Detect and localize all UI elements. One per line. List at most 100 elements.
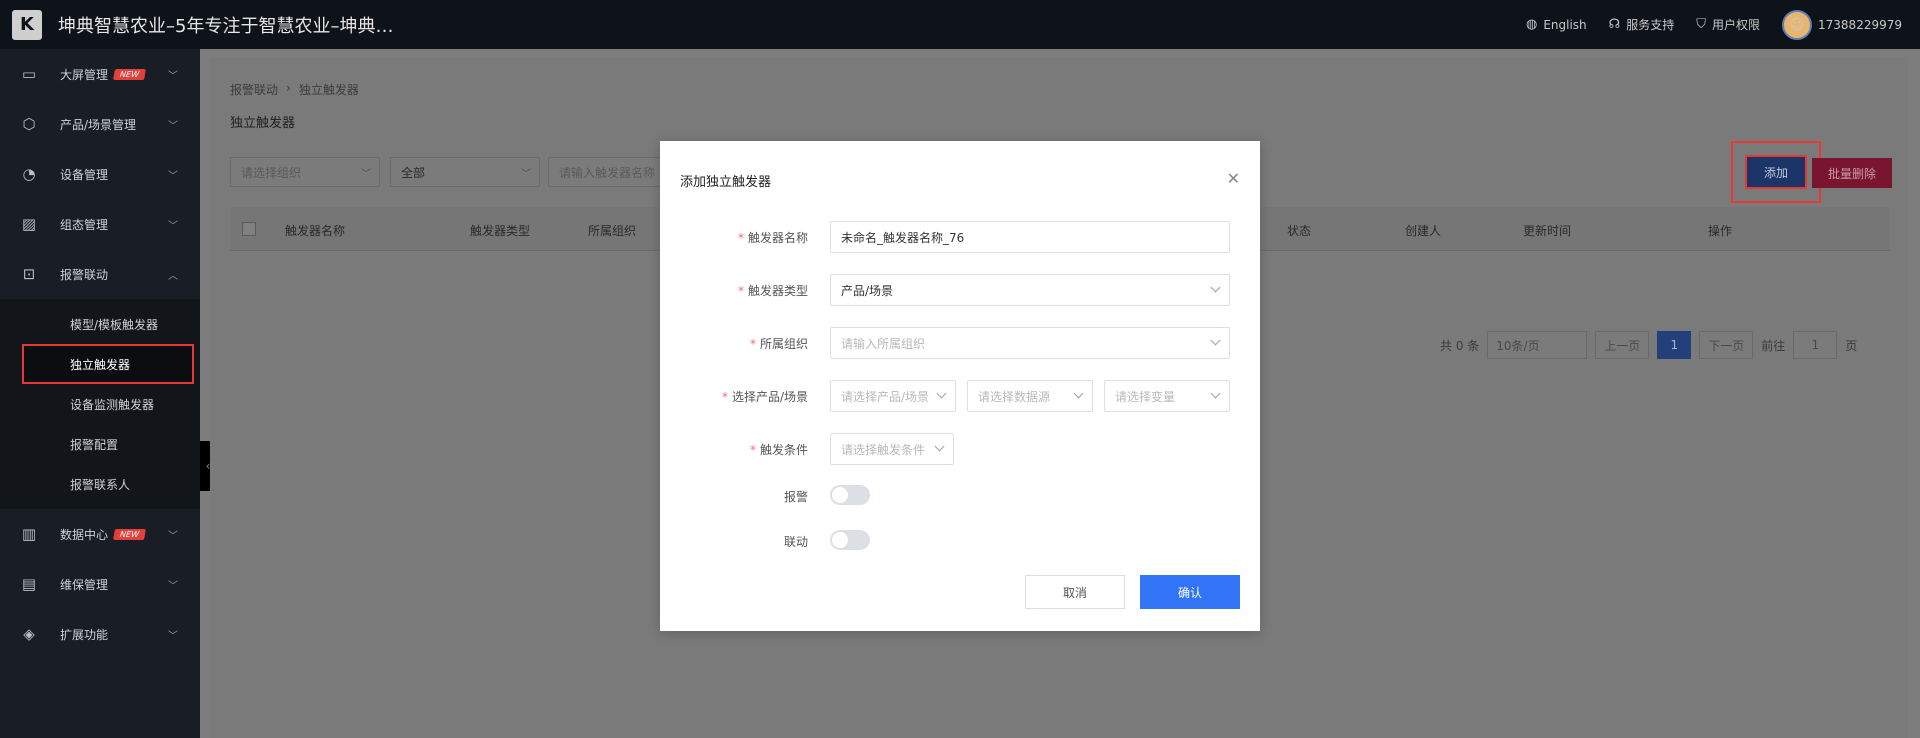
sidebar-item-data-center[interactable]: ▥ 数据中心 NEW ﹀ <box>0 509 200 559</box>
sub-item-model-trigger[interactable]: 模型/模板触发器 <box>0 304 200 344</box>
maintenance-icon: ▤ <box>21 575 37 593</box>
cube-icon: ⬡ <box>22 115 36 133</box>
trigger-name-placeholder: 请输入触发器名称 <box>559 165 656 180</box>
app-title: 坤典智慧农业–5年专注于智慧农业–坤典… <box>58 15 394 37</box>
sub-item-independent-trigger[interactable]: 独立触发器 <box>22 344 194 384</box>
sidebar-item-devices[interactable]: ◔ 设备管理 ﹀ <box>0 149 200 199</box>
sidebar-item-label: 组态管理 <box>60 217 109 232</box>
form-row-condition: * 触发条件 请选择触发条件 <box>660 433 1260 465</box>
chevron-down-icon: ﹀ <box>168 120 178 132</box>
sub-item-alarm-config[interactable]: 报警配置 <box>0 424 200 464</box>
language-switch[interactable]: ◍ English <box>1526 17 1587 32</box>
pagination: 共 0 条 10条/页 上一页 1 下一页 前往 1 页 <box>1440 331 1857 359</box>
variable-select[interactable]: 请选择变量 <box>1104 380 1230 412</box>
org-filter[interactable]: 请选择组织 ﹀ <box>230 157 380 187</box>
datasource-select[interactable]: 请选择数据源 <box>967 380 1093 412</box>
page-number[interactable]: 1 <box>1657 331 1692 359</box>
form-row-product: * 选择产品/场景 请选择产品/场景 请选择数据源 请选择变量 <box>660 380 1260 412</box>
support-link[interactable]: ☊ 服务支持 <box>1609 16 1675 33</box>
condition-placeholder: 请选择触发条件 <box>841 442 926 457</box>
chevron-down-icon <box>1210 282 1221 293</box>
alarm-submenu: 模型/模板触发器 独立触发器 设备监测触发器 报警配置 报警联系人 <box>0 299 200 509</box>
product-select[interactable]: 请选择产品/场景 <box>830 380 956 412</box>
form-row-link: 联动 <box>660 525 1260 557</box>
type-filter[interactable]: 全部 ﹀ <box>390 157 540 187</box>
avatar: ☺ <box>1782 9 1813 40</box>
chevron-down-icon <box>1210 335 1221 346</box>
select-all-checkbox[interactable] <box>242 222 256 236</box>
product-label: * 选择产品/场景 <box>721 390 808 404</box>
user-name: 17388229979 <box>1818 17 1902 32</box>
org-label: * 所属组织 <box>749 337 808 351</box>
layers-icon: ◈ <box>23 625 35 643</box>
dialog-title: 添加独立触发器 <box>680 175 772 190</box>
breadcrumb-item[interactable]: 报警联动 <box>230 81 278 98</box>
chevron-down-icon <box>1073 388 1084 399</box>
chevron-down-icon: ﹀ <box>168 220 178 232</box>
org-select[interactable]: 请输入所属组织 <box>830 327 1230 359</box>
sidebar-item-label: 设备管理 <box>60 167 109 182</box>
permissions-link[interactable]: ⛉ 用户权限 <box>1696 16 1760 33</box>
new-badge: NEW <box>113 528 146 540</box>
cancel-button[interactable]: 取消 <box>1025 575 1125 609</box>
condition-select[interactable]: 请选择触发条件 <box>830 433 954 465</box>
prev-page-button[interactable]: 上一页 <box>1595 331 1650 359</box>
goto-page-input[interactable]: 1 <box>1793 331 1838 359</box>
sidebar-item-alarm[interactable]: ⊡ 报警联动 ︿ <box>0 249 200 299</box>
column-header: 触发器名称 <box>285 224 346 238</box>
user-menu[interactable]: ☺ 17388229979 <box>1782 9 1902 40</box>
sidebar-item-maintenance[interactable]: ▤ 维保管理 ﹀ <box>0 559 200 609</box>
add-button[interactable]: 添加 <box>1745 155 1807 189</box>
link-label: 联动 <box>783 535 808 549</box>
close-icon[interactable]: ✕ <box>1227 169 1240 188</box>
sidebar-item-label: 大屏管理 <box>60 67 109 82</box>
page-title: 独立触发器 <box>230 116 296 131</box>
variable-placeholder: 请选择变量 <box>1115 389 1176 404</box>
image-icon: ▨ <box>21 215 37 233</box>
condition-label: * 触发条件 <box>749 443 808 457</box>
trigger-name-input[interactable]: 未命名_触发器名称_76 <box>830 221 1230 253</box>
goto-label: 前往 <box>1761 338 1786 353</box>
chevron-down-icon: ﹀ <box>168 170 178 182</box>
headset-icon: ☊ <box>1608 17 1621 32</box>
sidebar-item-scada[interactable]: ▨ 组态管理 ﹀ <box>0 199 200 249</box>
chevron-down-icon: ﹀ <box>361 168 371 180</box>
chevron-down-icon: ﹀ <box>168 530 178 542</box>
next-page-button[interactable]: 下一页 <box>1699 331 1754 359</box>
batch-delete-button[interactable]: 批量删除 <box>1812 158 1892 188</box>
form-row-alarm: 报警 <box>660 480 1260 512</box>
globe-icon: ◍ <box>1525 17 1538 32</box>
shield-icon: ⛉ <box>1696 17 1706 32</box>
column-header: 创建人 <box>1405 224 1442 238</box>
chevron-up-icon: ︿ <box>168 270 178 282</box>
alarm-label: 报警 <box>783 490 808 504</box>
chevron-down-icon <box>936 388 947 399</box>
column-header: 状态 <box>1287 224 1312 238</box>
toggle-knob <box>832 487 848 503</box>
sidebar-item-label: 报警联动 <box>60 267 109 282</box>
sub-item-device-monitor-trigger[interactable]: 设备监测触发器 <box>0 384 200 424</box>
app-logo[interactable]: K <box>12 9 42 40</box>
page-size-select[interactable]: 10条/页 <box>1487 331 1588 359</box>
sub-item-alarm-contacts[interactable]: 报警联系人 <box>0 464 200 504</box>
page-size-value: 10条/页 <box>1496 338 1540 353</box>
chevron-down-icon <box>934 441 945 452</box>
sidebar-item-label: 数据中心 <box>60 527 109 542</box>
link-toggle[interactable] <box>830 530 870 550</box>
alarm-icon: ⊡ <box>22 265 36 283</box>
breadcrumb-item: 独立触发器 <box>298 83 359 97</box>
org-filter-placeholder: 请选择组织 <box>241 165 302 180</box>
trigger-name-search[interactable]: 请输入触发器名称 <box>548 157 668 187</box>
name-label: * 触发器名称 <box>737 231 808 245</box>
confirm-button[interactable]: 确认 <box>1140 575 1240 609</box>
sidebar-item-products[interactable]: ⬡ 产品/场景管理 ﹀ <box>0 99 200 149</box>
top-bar: K 坤典智慧农业–5年专注于智慧农业–坤典… ◍ English ☊ 服务支持 … <box>0 0 1920 49</box>
alarm-toggle[interactable] <box>830 485 870 505</box>
sidebar-item-label: 产品/场景管理 <box>60 117 137 132</box>
trigger-type-value: 产品/场景 <box>841 283 894 298</box>
toggle-knob <box>832 532 848 548</box>
support-label: 服务支持 <box>1626 18 1675 32</box>
sidebar-item-dashboard[interactable]: ▭ 大屏管理 NEW ﹀ <box>0 49 200 99</box>
trigger-type-select[interactable]: 产品/场景 <box>830 274 1230 306</box>
sidebar-item-extensions[interactable]: ◈ 扩展功能 ﹀ <box>0 609 200 659</box>
